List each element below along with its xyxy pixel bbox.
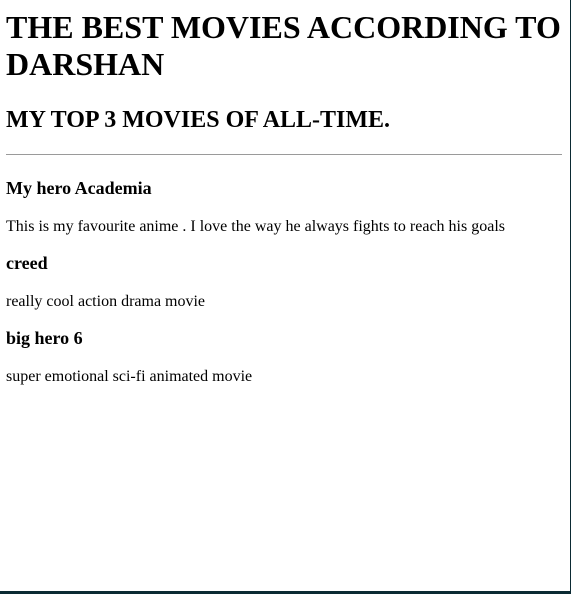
movie-title-3: big hero 6 (6, 328, 83, 348)
movie-description-2: really cool action drama movie (6, 293, 206, 310)
movie-description-1: This is my favourite anime . I love the … (6, 218, 505, 235)
divider (6, 154, 562, 155)
page: THE BEST MOVIES ACCORDING TO DARSHAN MY … (0, 0, 570, 591)
movie-description-3: super emotional sci-fi animated movie (6, 368, 253, 385)
page-subtitle: MY TOP 3 MOVIES OF ALL-TIME. (6, 107, 391, 133)
page-title: THE BEST MOVIES ACCORDING TO DARSHAN (6, 9, 561, 82)
movie-title-2: creed (6, 253, 48, 273)
movie-title-1: My hero Academia (6, 178, 152, 198)
